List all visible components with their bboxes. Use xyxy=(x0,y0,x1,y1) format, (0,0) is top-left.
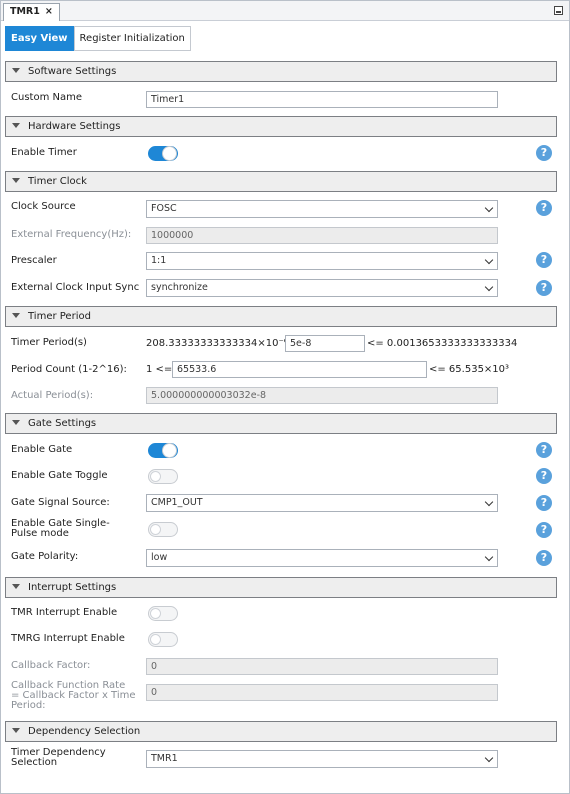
timer-dependency-label: Timer Dependency Selection xyxy=(11,747,106,768)
enable-gate-label: Enable Gate xyxy=(11,444,73,455)
callback-factor-label: Callback Factor: xyxy=(11,660,91,671)
toggle-knob xyxy=(150,524,161,535)
enable-timer-toggle[interactable] xyxy=(148,146,178,161)
section-title: Timer Period xyxy=(28,311,91,322)
timer-period-label: Timer Period(s) xyxy=(11,337,87,348)
chevron-down-icon xyxy=(484,282,494,292)
actual-period-label: Actual Period(s): xyxy=(11,390,94,401)
collapse-caret-icon xyxy=(12,420,20,425)
view-tabs: Easy View Register Initialization xyxy=(5,26,191,51)
callback-rate-field: 0 xyxy=(146,684,498,701)
section-timer-clock[interactable]: Timer Clock xyxy=(5,171,557,192)
timer-period-min: 208.33333333333334×10⁻⁶ <= xyxy=(146,338,308,349)
help-icon[interactable]: ? xyxy=(536,522,552,538)
help-icon[interactable]: ? xyxy=(536,200,552,216)
section-title: Gate Settings xyxy=(28,418,97,429)
select-value: TMR1 xyxy=(151,753,178,764)
collapse-caret-icon xyxy=(12,123,20,128)
collapse-caret-icon xyxy=(12,313,20,318)
gate-polarity-select[interactable]: low xyxy=(146,549,498,567)
clock-source-label: Clock Source xyxy=(11,201,76,212)
external-frequency-field: 1000000 xyxy=(146,227,498,244)
section-hardware-settings[interactable]: Hardware Settings xyxy=(5,116,557,137)
enable-timer-label: Enable Timer xyxy=(11,147,77,158)
tab-easy-view[interactable]: Easy View xyxy=(5,26,74,51)
timer-period-input[interactable]: 5e-8 xyxy=(285,335,365,352)
minimize-icon[interactable] xyxy=(554,6,563,15)
tab-title: TMR1 xyxy=(10,6,40,17)
chevron-down-icon xyxy=(484,552,494,562)
gate-signal-source-select[interactable]: CMP1_OUT xyxy=(146,494,498,512)
help-icon[interactable]: ? xyxy=(536,442,552,458)
section-timer-period[interactable]: Timer Period xyxy=(5,306,557,327)
collapse-caret-icon xyxy=(12,584,20,589)
custom-name-label: Custom Name xyxy=(11,92,82,103)
section-title: Timer Clock xyxy=(28,176,87,187)
toggle-knob xyxy=(162,146,177,161)
collapse-caret-icon xyxy=(12,728,20,733)
tab-register-initialization[interactable]: Register Initialization xyxy=(73,26,191,51)
tmrg-interrupt-toggle[interactable] xyxy=(148,632,178,647)
toggle-knob xyxy=(162,443,177,458)
help-icon[interactable]: ? xyxy=(536,495,552,511)
enable-gate-toggle-label: Enable Gate Toggle xyxy=(11,470,108,481)
select-value: 1:1 xyxy=(151,255,167,266)
select-value: FOSC xyxy=(151,203,177,214)
gate-single-pulse-label: Enable Gate Single-Pulse mode xyxy=(11,518,110,539)
document-tab-bar: TMR1 × xyxy=(1,1,569,21)
chevron-down-icon xyxy=(484,255,494,265)
tmrg-interrupt-label: TMRG Interrupt Enable xyxy=(11,633,125,644)
callback-rate-label: Callback Function Rate = Callback Factor… xyxy=(11,680,136,711)
chevron-down-icon xyxy=(484,497,494,507)
help-icon[interactable]: ? xyxy=(536,145,552,161)
close-icon[interactable]: × xyxy=(45,6,53,17)
section-title: Software Settings xyxy=(28,66,117,77)
tmr-interrupt-toggle[interactable] xyxy=(148,606,178,621)
collapse-caret-icon xyxy=(12,178,20,183)
period-count-max: <= 65.535×10³ xyxy=(429,364,510,375)
help-icon[interactable]: ? xyxy=(536,280,552,296)
section-dependency-selection[interactable]: Dependency Selection xyxy=(5,721,557,742)
section-title: Interrupt Settings xyxy=(28,582,117,593)
period-count-label: Period Count (1-2^16): xyxy=(11,364,127,375)
external-frequency-label: External Frequency(Hz): xyxy=(11,229,132,240)
collapse-caret-icon xyxy=(12,68,20,73)
toggle-knob xyxy=(150,634,161,645)
select-value: synchronize xyxy=(151,282,208,293)
section-gate-settings[interactable]: Gate Settings xyxy=(5,413,557,434)
timer-period-max: <= 0.0013653333333333334 xyxy=(367,338,518,349)
toggle-knob xyxy=(150,608,161,619)
select-value: CMP1_OUT xyxy=(151,497,203,508)
select-value: low xyxy=(151,552,168,563)
gate-polarity-label: Gate Polarity: xyxy=(11,551,79,562)
enable-gate-toggle[interactable] xyxy=(148,443,178,458)
external-clock-sync-label: External Clock Input Sync xyxy=(11,282,140,293)
section-title: Hardware Settings xyxy=(28,121,121,132)
period-count-min: 1 <= xyxy=(146,364,173,375)
tab-tmr1[interactable]: TMR1 × xyxy=(3,3,60,21)
section-title: Dependency Selection xyxy=(28,726,141,737)
actual-period-field: 5.000000000003032e-8 xyxy=(146,387,498,404)
chevron-down-icon xyxy=(484,203,494,213)
clock-source-select[interactable]: FOSC xyxy=(146,200,498,218)
help-icon[interactable]: ? xyxy=(536,550,552,566)
help-icon[interactable]: ? xyxy=(536,252,552,268)
chevron-down-icon xyxy=(484,753,494,763)
timer-dependency-select[interactable]: TMR1 xyxy=(146,750,498,768)
external-clock-sync-select[interactable]: synchronize xyxy=(146,279,498,297)
tmr-interrupt-label: TMR Interrupt Enable xyxy=(11,607,118,618)
gate-single-pulse-toggle[interactable] xyxy=(148,522,178,537)
tmr1-panel: TMR1 × Easy View Register Initialization … xyxy=(0,0,570,794)
prescaler-label: Prescaler xyxy=(11,255,57,266)
enable-gate-toggle-switch[interactable] xyxy=(148,469,178,484)
section-software-settings[interactable]: Software Settings xyxy=(5,61,557,82)
gate-signal-source-label: Gate Signal Source: xyxy=(11,497,110,508)
prescaler-select[interactable]: 1:1 xyxy=(146,252,498,270)
period-count-input[interactable]: 65533.6 xyxy=(172,361,427,378)
section-interrupt-settings[interactable]: Interrupt Settings xyxy=(5,577,557,598)
help-icon[interactable]: ? xyxy=(536,468,552,484)
toggle-knob xyxy=(150,471,161,482)
callback-factor-field: 0 xyxy=(146,658,498,675)
custom-name-input[interactable]: Timer1 xyxy=(146,91,498,108)
